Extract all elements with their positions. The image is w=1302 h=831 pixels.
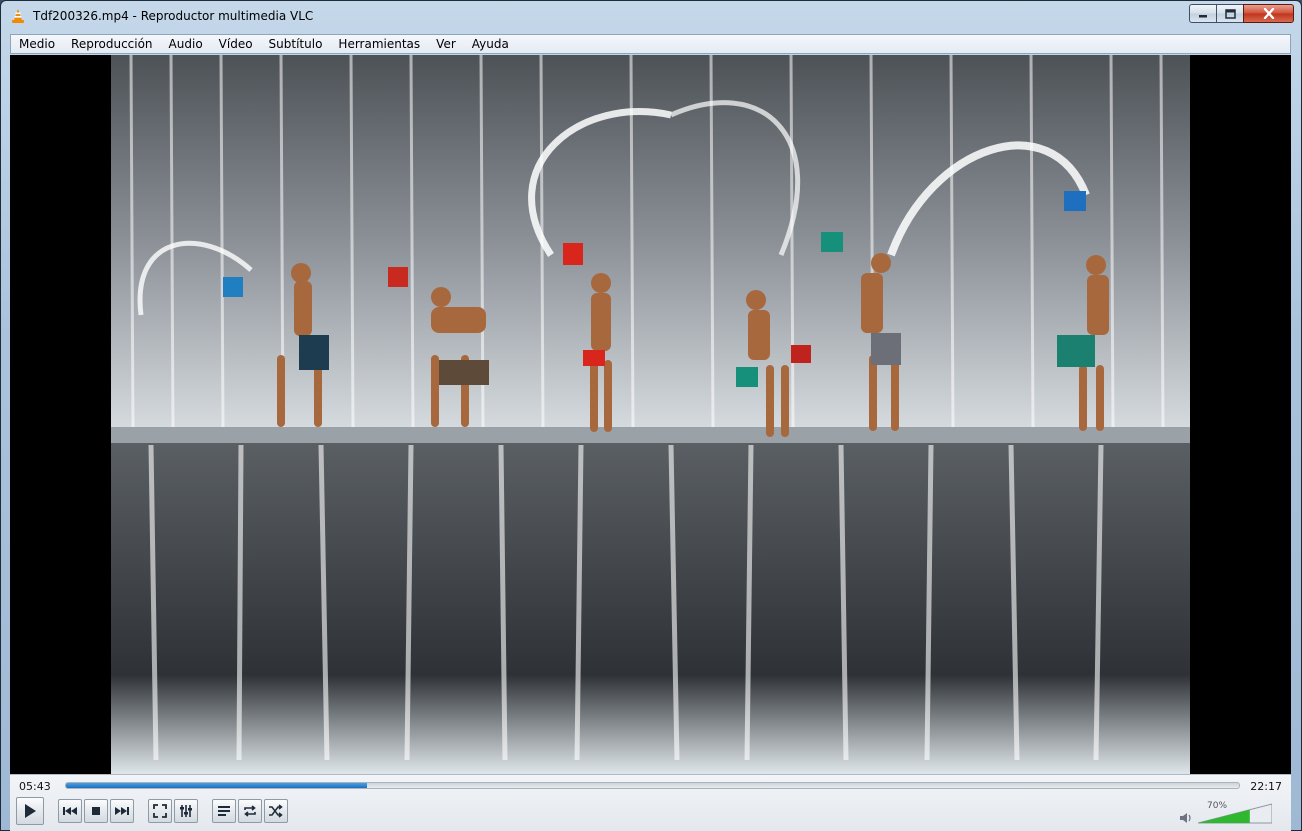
play-icon xyxy=(25,804,36,818)
extended-settings-button[interactable] xyxy=(174,799,198,823)
title-bar[interactable]: Tdf200326.mp4 - Reproductor multimedia V… xyxy=(1,1,1301,31)
minimize-icon xyxy=(1199,14,1207,17)
menu-subtitulo[interactable]: Subtítulo xyxy=(261,35,331,53)
volume-slider[interactable] xyxy=(1198,803,1272,824)
fullscreen-icon xyxy=(153,804,167,818)
maximize-icon xyxy=(1224,8,1236,19)
menu-medio[interactable]: Medio xyxy=(11,35,63,53)
vlc-window: Tdf200326.mp4 - Reproductor multimedia V… xyxy=(0,0,1302,831)
menu-ayuda[interactable]: Ayuda xyxy=(464,35,517,53)
shuffle-icon xyxy=(269,804,283,818)
next-icon xyxy=(115,807,129,815)
menu-ver[interactable]: Ver xyxy=(428,35,464,53)
stop-button[interactable] xyxy=(84,799,108,823)
previous-button[interactable] xyxy=(58,799,82,823)
play-button[interactable] xyxy=(16,797,44,825)
stop-icon xyxy=(92,807,100,815)
menu-herramientas[interactable]: Herramientas xyxy=(330,35,428,53)
window-title: Tdf200326.mp4 - Reproductor multimedia V… xyxy=(33,9,314,23)
fullscreen-button[interactable] xyxy=(148,799,172,823)
total-time: 22:17 xyxy=(1250,780,1282,793)
close-icon xyxy=(1263,8,1274,19)
previous-icon xyxy=(63,807,77,815)
menu-reproduccion[interactable]: Reproducción xyxy=(63,35,161,53)
vlc-cone-icon xyxy=(12,9,24,23)
seek-bar[interactable] xyxy=(65,782,1240,789)
playlist-button[interactable] xyxy=(212,799,236,823)
controls-panel: 05:43 22:17 70% xyxy=(10,774,1291,831)
equalizer-icon xyxy=(180,805,192,817)
minimize-button[interactable] xyxy=(1189,4,1217,23)
loop-button[interactable] xyxy=(238,799,262,823)
seek-progress xyxy=(66,783,368,788)
speaker-icon[interactable] xyxy=(1179,812,1193,824)
loop-icon xyxy=(244,805,256,817)
video-frame xyxy=(111,55,1190,774)
video-area[interactable] xyxy=(10,55,1291,774)
menu-video[interactable]: Vídeo xyxy=(211,35,261,53)
next-button[interactable] xyxy=(110,799,134,823)
close-button[interactable] xyxy=(1243,4,1294,23)
menu-audio[interactable]: Audio xyxy=(161,35,211,53)
playlist-icon xyxy=(218,806,230,816)
shuffle-button[interactable] xyxy=(264,799,288,823)
elapsed-time: 05:43 xyxy=(19,780,51,793)
menu-bar: Medio Reproducción Audio Vídeo Subtítulo… xyxy=(10,34,1291,54)
maximize-button[interactable] xyxy=(1216,4,1244,23)
